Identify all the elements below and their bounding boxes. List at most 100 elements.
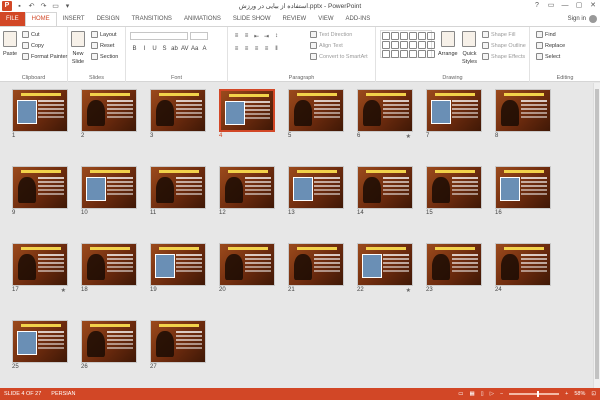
reading-view-icon[interactable]: ▯ bbox=[481, 388, 484, 400]
format-painter-button[interactable]: Format Painter bbox=[22, 53, 67, 60]
slideshow-view-icon[interactable]: ▷ bbox=[490, 388, 494, 400]
slide-preview[interactable] bbox=[150, 320, 206, 363]
replace-button[interactable]: Replace bbox=[536, 42, 565, 49]
slide-thumbnail[interactable]: 6 ★ bbox=[357, 89, 413, 140]
slide-thumbnail[interactable]: 21 bbox=[288, 243, 344, 293]
shape-icon[interactable] bbox=[391, 50, 399, 58]
slide-preview[interactable] bbox=[426, 89, 482, 132]
slide-thumbnail[interactable]: 19 bbox=[150, 243, 206, 293]
numbering-icon[interactable]: ≡ bbox=[243, 33, 250, 40]
undo-icon[interactable]: ↶ bbox=[27, 2, 36, 11]
decrease-indent-icon[interactable]: ⇤ bbox=[253, 33, 260, 40]
tab-insert[interactable]: INSERT bbox=[57, 12, 91, 26]
slide-thumbnail[interactable]: 17 ★ bbox=[12, 243, 68, 294]
slide-preview[interactable] bbox=[495, 166, 551, 209]
tab-animations[interactable]: ANIMATIONS bbox=[178, 12, 227, 26]
tab-add-ins[interactable]: ADD-INS bbox=[340, 12, 377, 26]
zoom-slider-handle[interactable] bbox=[537, 391, 540, 397]
zoom-in-icon[interactable]: + bbox=[565, 388, 568, 400]
slide-thumbnail[interactable]: 9 bbox=[12, 166, 68, 216]
shape-icon[interactable] bbox=[418, 41, 426, 49]
sorter-view-icon[interactable]: ▦ bbox=[469, 388, 474, 400]
avatar[interactable] bbox=[589, 15, 597, 23]
shape-icon[interactable] bbox=[427, 41, 435, 49]
slide-preview[interactable] bbox=[12, 320, 68, 363]
shape-fill-button[interactable]: Shape Fill bbox=[482, 31, 515, 38]
save-icon[interactable]: ▪ bbox=[15, 2, 24, 11]
slide-preview[interactable] bbox=[495, 89, 551, 132]
slide-thumbnail[interactable]: 18 bbox=[81, 243, 137, 293]
shadow-icon[interactable]: S bbox=[161, 46, 168, 52]
slide-thumbnail[interactable]: 13 bbox=[288, 166, 344, 216]
slide-preview[interactable] bbox=[357, 243, 413, 286]
font-size-combo[interactable] bbox=[190, 32, 208, 40]
shape-icon[interactable] bbox=[409, 41, 417, 49]
slide-preview[interactable] bbox=[81, 243, 137, 286]
paste-button[interactable]: Paste bbox=[3, 31, 17, 57]
shape-icon[interactable] bbox=[418, 50, 426, 58]
align-right-icon[interactable]: ≡ bbox=[253, 46, 260, 52]
slide-preview[interactable] bbox=[81, 320, 137, 363]
reset-button[interactable]: Reset bbox=[91, 42, 114, 49]
shape-icon[interactable] bbox=[409, 32, 417, 40]
slide-thumbnail[interactable]: 7 bbox=[426, 89, 482, 139]
shape-icon[interactable] bbox=[400, 32, 408, 40]
close-button[interactable]: ✕ bbox=[586, 0, 600, 12]
spacing-icon[interactable]: AV bbox=[181, 46, 189, 52]
shape-icon[interactable] bbox=[427, 32, 435, 40]
select-button[interactable]: Select bbox=[536, 53, 560, 60]
slide-preview[interactable] bbox=[219, 166, 275, 209]
slide-thumbnail[interactable]: 11 bbox=[150, 166, 206, 216]
maximize-button[interactable]: ▢ bbox=[572, 0, 586, 12]
redo-icon[interactable]: ↷ bbox=[39, 2, 48, 11]
scrollbar-thumb[interactable] bbox=[595, 89, 599, 379]
section-button[interactable]: Section bbox=[91, 53, 118, 60]
bold-icon[interactable]: B bbox=[131, 46, 138, 52]
slide-preview[interactable] bbox=[426, 243, 482, 286]
vertical-scrollbar[interactable] bbox=[593, 83, 600, 388]
shape-icon[interactable] bbox=[400, 50, 408, 58]
bullets-icon[interactable]: ≡ bbox=[233, 33, 240, 40]
font-name-combo[interactable] bbox=[130, 32, 188, 40]
tab-transitions[interactable]: TRANSITIONS bbox=[126, 12, 178, 26]
slide-preview[interactable] bbox=[150, 243, 206, 286]
animation-star-icon[interactable]: ★ bbox=[406, 287, 411, 294]
slide-preview[interactable] bbox=[81, 166, 137, 209]
tab-view[interactable]: VIEW bbox=[312, 12, 339, 26]
ribbon-display-button[interactable]: ▭ bbox=[544, 0, 558, 12]
start-slideshow-icon[interactable]: ▭ bbox=[51, 2, 60, 11]
slide-thumbnail[interactable]: 2 bbox=[81, 89, 137, 139]
help-button[interactable]: ? bbox=[530, 0, 544, 12]
strikethrough-icon[interactable]: ab bbox=[171, 46, 178, 52]
font-color-icon[interactable]: A bbox=[201, 46, 208, 52]
justify-icon[interactable]: ≡ bbox=[263, 46, 270, 52]
tab-home[interactable]: HOME bbox=[24, 12, 57, 26]
tab-review[interactable]: REVIEW bbox=[277, 12, 313, 26]
copy-button[interactable]: Copy bbox=[22, 42, 44, 49]
slide-thumbnail[interactable]: 22 ★ bbox=[357, 243, 413, 294]
slide-preview[interactable] bbox=[12, 243, 68, 286]
slide-thumbnail[interactable]: 4 bbox=[219, 89, 275, 139]
cut-button[interactable]: Cut bbox=[22, 31, 40, 38]
tab-file[interactable]: FILE bbox=[0, 12, 25, 26]
slide-preview[interactable] bbox=[150, 166, 206, 209]
slide-preview[interactable] bbox=[288, 243, 344, 286]
slide-thumbnail[interactable]: 12 bbox=[219, 166, 275, 216]
slide-thumbnail[interactable]: 23 bbox=[426, 243, 482, 293]
shape-icon[interactable] bbox=[382, 41, 390, 49]
slide-thumbnail[interactable]: 5 bbox=[288, 89, 344, 139]
case-icon[interactable]: Aa bbox=[191, 46, 198, 52]
align-text-button[interactable]: Align Text bbox=[310, 42, 343, 49]
shape-outline-button[interactable]: Shape Outline bbox=[482, 42, 526, 49]
shapes-gallery[interactable] bbox=[380, 30, 435, 58]
slide-thumbnail[interactable]: 24 bbox=[495, 243, 551, 293]
animation-star-icon[interactable]: ★ bbox=[406, 133, 411, 140]
slide-preview[interactable] bbox=[12, 89, 68, 132]
line-spacing-icon[interactable]: ↕ bbox=[273, 33, 280, 40]
new-slide-button[interactable]: New Slide bbox=[71, 31, 85, 65]
slide-thumbnail[interactable]: 1 bbox=[12, 89, 68, 139]
shape-effects-button[interactable]: Shape Effects bbox=[482, 53, 525, 60]
slide-preview[interactable] bbox=[12, 166, 68, 209]
language-indicator[interactable]: PERSIAN bbox=[51, 388, 75, 400]
slide-preview[interactable] bbox=[288, 166, 344, 209]
